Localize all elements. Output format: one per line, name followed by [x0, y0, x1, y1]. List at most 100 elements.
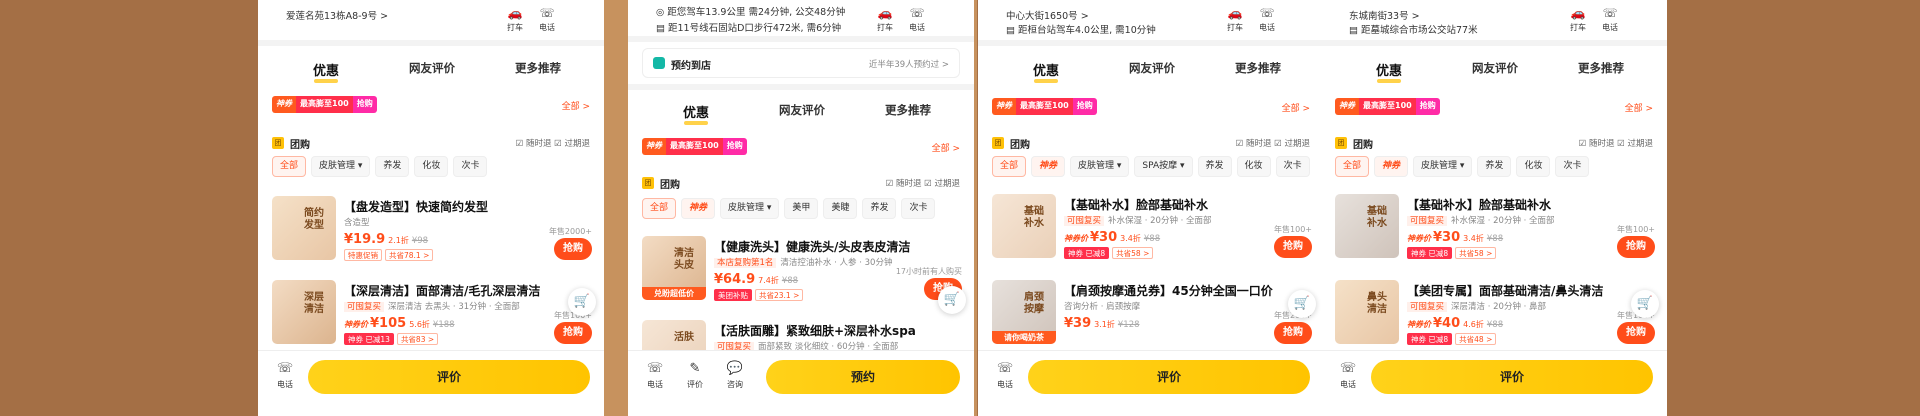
app-panel: 中心大街1650号 > ▤ 距桓台站驾车4.0公里, 需10分钟 🚗 打车 ☏ 电话 优惠网…: [978, 0, 1324, 416]
buy-button[interactable]: 抢购: [1274, 236, 1312, 258]
booking-bar[interactable]: 预约到店 近半年39人预约过 >: [642, 48, 960, 78]
tab-reviews[interactable]: 网友评价: [382, 60, 482, 76]
buy-button[interactable]: 抢购: [1274, 322, 1312, 344]
filter-chips: 全部 神券 皮肤管理 ▾ SPA按摩 ▾ 养发 化妆 次卡: [992, 156, 1324, 178]
cart-button[interactable]: 🛒: [938, 286, 966, 314]
phone-button[interactable]: ☏ 电话: [990, 361, 1020, 390]
tab-more[interactable]: 更多推荐: [1551, 60, 1651, 76]
thumbnail-caption: 深层清洁: [304, 292, 324, 315]
buy-button[interactable]: 抢购: [554, 322, 592, 344]
tab-deals[interactable]: 优惠: [996, 60, 1096, 83]
all-coupons-link[interactable]: 全部 >: [932, 141, 960, 154]
thumbnail-caption: 简约发型: [304, 208, 324, 231]
filter-chip[interactable]: SPA按摩 ▾: [1134, 156, 1193, 177]
tab-reviews[interactable]: 网友评价: [1102, 60, 1202, 76]
deal-item[interactable]: 清洁头皮 兑盼超低价 【健康洗头】健康洗头/头皮表皮清洁 本店复购第1名 清洁控油补水 …: [642, 236, 964, 312]
deal-item[interactable]: 简约发型 【盘发造型】快速简约发型 含造型 年售2000+ ¥19.9 2.1折 ¥98 特惠…: [272, 196, 594, 272]
current-price: ¥64.9: [714, 272, 756, 287]
phone-button[interactable]: ☏ 电话: [640, 361, 670, 390]
address-line[interactable]: 中心大街1650号 >: [1006, 8, 1089, 22]
filter-chip[interactable]: 养发: [375, 156, 410, 177]
filter-chip[interactable]: 养发: [1477, 156, 1512, 177]
tab-deals[interactable]: 优惠: [646, 102, 746, 125]
tab-deals[interactable]: 优惠: [276, 60, 376, 83]
all-coupons-link[interactable]: 全部 >: [1625, 101, 1653, 114]
cart-button[interactable]: 🛒: [568, 288, 596, 316]
car-action-button[interactable]: 🚗 打车: [1222, 6, 1248, 33]
filter-chip[interactable]: 全部: [642, 198, 677, 219]
coupon-banner[interactable]: 神券 最高膨至100 抢购: [1335, 98, 1440, 115]
phone-button[interactable]: ☏ 电话: [1333, 361, 1363, 390]
address-line[interactable]: 爱莲名苑13栋A8-9号 >: [286, 8, 388, 22]
filter-chip[interactable]: 美睫: [823, 198, 858, 219]
filter-chip[interactable]: 养发: [862, 198, 897, 219]
discount-rate: 3.1折: [1094, 320, 1115, 329]
tab-more[interactable]: 更多推荐: [858, 102, 958, 118]
primary-cta-button[interactable]: 评价: [1028, 360, 1310, 394]
deal-tag: 美团补贴: [714, 289, 752, 301]
filter-chip[interactable]: 养发: [1197, 156, 1232, 177]
cart-button[interactable]: 🛒: [1288, 290, 1316, 318]
buy-button[interactable]: 抢购: [1617, 322, 1655, 344]
primary-cta-button[interactable]: 评价: [308, 360, 590, 394]
phone-action-button[interactable]: ☏ 电话: [1254, 6, 1280, 33]
address-line[interactable]: ▤ 距11号线石固站D口步行472米, 需6分钟: [656, 20, 841, 34]
car-action-button[interactable]: 🚗 打车: [872, 6, 898, 33]
tab-more[interactable]: 更多推荐: [1208, 60, 1308, 76]
filter-chip[interactable]: 次卡: [453, 156, 488, 177]
filter-chip[interactable]: 次卡: [1275, 156, 1310, 177]
coupon-banner[interactable]: 神券 最高膨至100 抢购: [642, 138, 747, 155]
coupon-banner[interactable]: 神券 最高膨至100 抢购: [272, 96, 377, 113]
review-button[interactable]: ✎ 评价: [680, 361, 710, 390]
filter-chip[interactable]: 美甲: [784, 198, 819, 219]
buy-button[interactable]: 抢购: [554, 238, 592, 260]
primary-cta-button[interactable]: 预约: [766, 360, 960, 394]
address-line[interactable]: ▤ 距墓城综合市场公交站77米: [1349, 22, 1478, 36]
filter-chip[interactable]: 皮肤管理 ▾: [1413, 156, 1473, 177]
phone-action-button[interactable]: ☏ 电话: [904, 6, 930, 33]
car-action-button[interactable]: 🚗 打车: [502, 6, 528, 33]
deal-tags: 美团补贴 共省23.1 >: [714, 289, 806, 301]
filter-chip[interactable]: 全部: [992, 156, 1027, 177]
all-coupons-link[interactable]: 全部 >: [1282, 101, 1310, 114]
cart-button[interactable]: 🛒: [1631, 290, 1659, 318]
deal-item[interactable]: 深层清洁 【深层清洁】面部清洁/毛孔深层清洁 可囤复买 深层清洁 去黑头 · 31分钟…: [272, 280, 594, 356]
filter-chip[interactable]: 皮肤管理 ▾: [720, 198, 780, 219]
deal-item[interactable]: 肩颈按摩 请你喝奶茶 【肩颈按摩通兑券】45分钟全国一口价 咨询分析 · 肩颈按摩 年售…: [992, 280, 1314, 356]
phone-button[interactable]: ☏ 电话: [270, 361, 300, 390]
filter-chip[interactable]: 化妆: [1236, 156, 1271, 177]
filter-chip[interactable]: 全部: [272, 156, 307, 177]
phone-action-button[interactable]: ☏ 电话: [1597, 6, 1623, 33]
deal-tag: 特惠促销: [344, 249, 382, 261]
buy-button[interactable]: 抢购: [1617, 236, 1655, 258]
filter-chip[interactable]: 皮肤管理 ▾: [1070, 156, 1130, 177]
filter-chip[interactable]: 神券: [1031, 156, 1066, 177]
primary-cta-button[interactable]: 评价: [1371, 360, 1653, 394]
address-line[interactable]: ◎ 距您驾车13.9公里 需24分钟, 公交48分钟: [656, 4, 845, 18]
tab-deals[interactable]: 优惠: [1339, 60, 1439, 83]
original-price: ¥88: [1486, 234, 1504, 244]
group-buy-title: 团购: [290, 140, 310, 151]
filter-chip[interactable]: 全部: [1335, 156, 1370, 177]
filter-chip[interactable]: 化妆: [414, 156, 449, 177]
deal-item[interactable]: 基础补水 【基础补水】脸部基础补水 可囤复买 补水保湿 · 20分钟 · 全面部 年售1…: [1335, 194, 1657, 270]
all-coupons-link[interactable]: 全部 >: [562, 99, 590, 112]
deal-thumbnail: 简约发型: [272, 196, 336, 260]
tab-more[interactable]: 更多推荐: [488, 60, 588, 76]
deal-item[interactable]: 鼻头清洁 【美团专属】面部基础清洁/鼻头清洁 可囤复买 深层清洁 · 20分钟 · 鼻…: [1335, 280, 1657, 356]
deal-item[interactable]: 基础补水 【基础补水】脸部基础补水 可囤复买 补水保湿 · 20分钟 · 全面部 年售1…: [992, 194, 1314, 270]
address-line[interactable]: ▤ 距桓台站驾车4.0公里, 需10分钟: [1006, 22, 1156, 36]
car-action-button[interactable]: 🚗 打车: [1565, 6, 1591, 33]
filter-chip[interactable]: 皮肤管理 ▾: [311, 156, 371, 177]
coupon-banner[interactable]: 神券 最高膨至100 抢购: [992, 98, 1097, 115]
filter-chip[interactable]: 神券: [1374, 156, 1409, 177]
address-line[interactable]: 东城南街33号 >: [1349, 8, 1420, 22]
chat-button[interactable]: 💬 咨询: [720, 361, 750, 390]
filter-chip[interactable]: 化妆: [1516, 156, 1551, 177]
tab-reviews[interactable]: 网友评价: [752, 102, 852, 118]
filter-chip[interactable]: 神券: [681, 198, 716, 219]
tab-reviews[interactable]: 网友评价: [1445, 60, 1545, 76]
filter-chip[interactable]: 次卡: [901, 198, 936, 219]
phone-action-button[interactable]: ☏ 电话: [534, 6, 560, 33]
filter-chip[interactable]: 次卡: [1555, 156, 1590, 177]
